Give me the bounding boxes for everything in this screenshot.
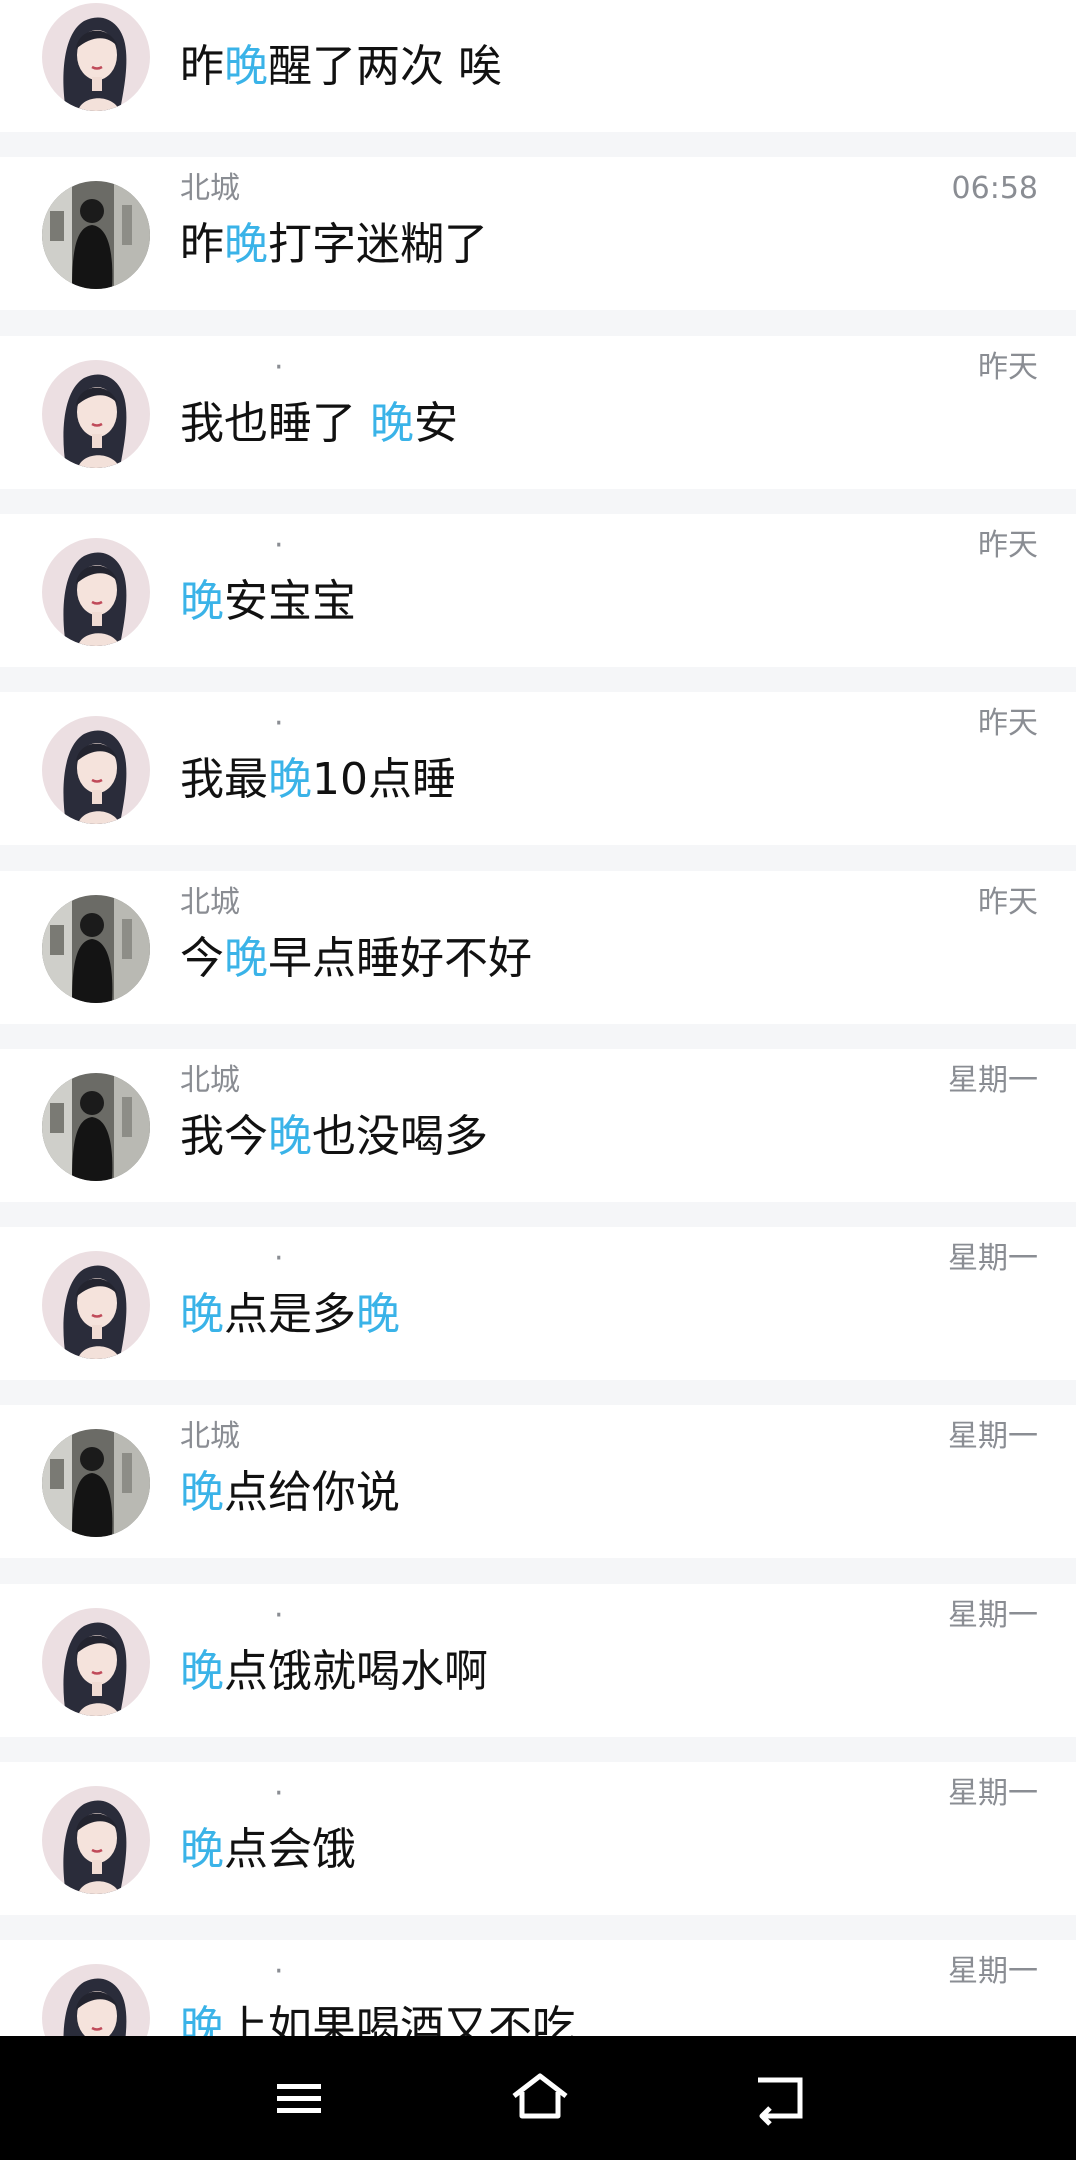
avatar[interactable] xyxy=(42,1251,150,1360)
message-text: 安宝宝 xyxy=(224,575,356,627)
conversation-row[interactable]: · 昨天我最晚10点睡 xyxy=(0,692,1076,846)
sender-name: · xyxy=(274,706,284,742)
search-highlight: 晚 xyxy=(180,2002,224,2036)
message-snippet: 晚安宝宝 xyxy=(180,572,356,632)
search-highlight: 晚 xyxy=(268,1110,312,1162)
avatar[interactable] xyxy=(42,1786,150,1894)
conversation-row[interactable]: 北城 星期一我今晚也没喝多 xyxy=(0,1048,1076,1202)
back-icon[interactable] xyxy=(748,2068,812,2128)
avatar[interactable] xyxy=(42,1072,150,1181)
message-text: 上如果喝酒又不吃 xyxy=(224,2002,576,2036)
message-snippet: 晚上如果喝酒又不吃 xyxy=(180,1998,576,2036)
message-time: 06:58 xyxy=(951,171,1038,207)
message-snippet: 晚点是多晚 xyxy=(180,1285,400,1345)
avatar[interactable] xyxy=(42,894,150,1003)
message-time: 昨天 xyxy=(978,706,1038,742)
message-text: 我也睡了 xyxy=(180,397,370,449)
message-text: 早点睡好不好 xyxy=(268,932,532,984)
home-icon[interactable] xyxy=(508,2068,572,2128)
sender-name: · xyxy=(274,1954,284,1990)
message-time: 昨天 xyxy=(978,884,1038,920)
message-time: 星期一 xyxy=(948,1062,1038,1098)
conversation-row[interactable]: · 昨天晚安宝宝 xyxy=(0,513,1076,667)
conversation-row[interactable]: 昨晚醒了两次 唉 xyxy=(0,0,1076,132)
message-snippet: 晚点会饿 xyxy=(180,1820,356,1880)
sender-name: · xyxy=(274,1776,284,1811)
message-snippet: 昨晚打字迷糊了 xyxy=(180,215,488,275)
message-text: 我今 xyxy=(180,1110,268,1162)
message-text: 点给你说 xyxy=(224,1467,400,1519)
search-highlight: 晚 xyxy=(224,219,268,271)
message-time: 昨天 xyxy=(978,527,1038,563)
search-highlight: 晚 xyxy=(180,1289,224,1341)
search-highlight: 晚 xyxy=(180,1467,224,1519)
avatar[interactable] xyxy=(42,1607,150,1716)
message-text: 点是多 xyxy=(224,1289,356,1341)
avatar[interactable] xyxy=(42,3,150,111)
message-time: 星期一 xyxy=(948,1954,1038,1990)
message-time: 星期一 xyxy=(948,1419,1038,1455)
menu-icon[interactable] xyxy=(267,2068,331,2128)
avatar[interactable] xyxy=(42,181,150,290)
search-results-list: 昨晚醒了两次 唉 北城 06:58 昨晚打字迷糊了 · 昨天 我也睡了 晚安 · 昨天 晚安… xyxy=(0,0,1076,2036)
avatar[interactable] xyxy=(42,537,150,646)
message-text: 10点睡 xyxy=(312,754,456,806)
search-highlight: 晚 xyxy=(268,754,312,806)
message-text: 昨 xyxy=(180,41,224,92)
conversation-row[interactable]: · 星期一晚点会饿 xyxy=(0,1762,1076,1915)
message-time: 星期一 xyxy=(948,1597,1038,1633)
message-snippet: 我也睡了 晚安 xyxy=(180,394,458,454)
sender-name: 北城 xyxy=(180,171,240,207)
conversation-row[interactable]: 北城 昨天今晚早点睡好不好 xyxy=(0,870,1076,1024)
sender-name: · xyxy=(274,527,284,563)
conversation-row[interactable]: 北城 星期一晚点给你说 xyxy=(0,1405,1076,1559)
sender-name: · xyxy=(274,349,284,385)
sender-name: 北城 xyxy=(180,1419,240,1455)
message-text: 醒了两次 唉 xyxy=(268,41,502,92)
message-snippet: 昨晚醒了两次 唉 xyxy=(180,37,502,97)
conversation-row[interactable]: · 星期一晚点是多晚 xyxy=(0,1227,1076,1381)
search-highlight: 晚 xyxy=(180,575,224,627)
search-highlight: 晚 xyxy=(180,1645,224,1697)
conversation-row[interactable]: 北城 06:58 昨晚打字迷糊了 xyxy=(0,157,1076,311)
message-text: 点会饿 xyxy=(224,1824,356,1875)
message-text: 昨 xyxy=(180,219,224,271)
message-text: 我最 xyxy=(180,754,268,806)
sender-name: 北城 xyxy=(180,1062,240,1098)
message-text: 打字迷糊了 xyxy=(268,219,488,271)
conversation-row[interactable]: · 昨天我也睡了 晚安 xyxy=(0,335,1076,489)
avatar[interactable] xyxy=(42,1429,150,1538)
search-highlight: 晚 xyxy=(356,1289,400,1341)
message-time: 昨天 xyxy=(978,349,1038,385)
conversation-row[interactable]: · 星期一晚上如果喝酒又不吃 xyxy=(0,1940,1076,2036)
message-text: 点饿就喝水啊 xyxy=(224,1645,488,1697)
sender-name: 北城 xyxy=(180,884,240,920)
search-highlight: 晚 xyxy=(370,397,414,449)
message-snippet: 今晚早点睡好不好 xyxy=(180,929,532,989)
message-snippet: 我最晚10点睡 xyxy=(180,750,456,810)
avatar[interactable] xyxy=(42,1964,150,2036)
message-snippet: 晚点饿就喝水啊 xyxy=(180,1642,488,1702)
search-highlight: 晚 xyxy=(224,41,268,92)
message-text: 今 xyxy=(180,932,224,984)
message-snippet: 晚点给你说 xyxy=(180,1463,400,1523)
message-snippet: 我今晚也没喝多 xyxy=(180,1107,488,1167)
search-highlight: 晚 xyxy=(180,1824,224,1875)
conversation-row[interactable]: · 星期一晚点饿就喝水啊 xyxy=(0,1583,1076,1737)
message-text: 安 xyxy=(414,397,458,449)
system-navigation-bar xyxy=(0,2036,1076,2160)
message-text: 也没喝多 xyxy=(312,1110,488,1162)
avatar[interactable] xyxy=(42,716,150,825)
sender-name: · xyxy=(274,1597,284,1633)
search-highlight: 晚 xyxy=(224,932,268,984)
sender-name: · xyxy=(274,1241,284,1277)
message-time: 星期一 xyxy=(948,1241,1038,1277)
avatar[interactable] xyxy=(42,359,150,468)
message-time: 星期一 xyxy=(948,1776,1038,1811)
